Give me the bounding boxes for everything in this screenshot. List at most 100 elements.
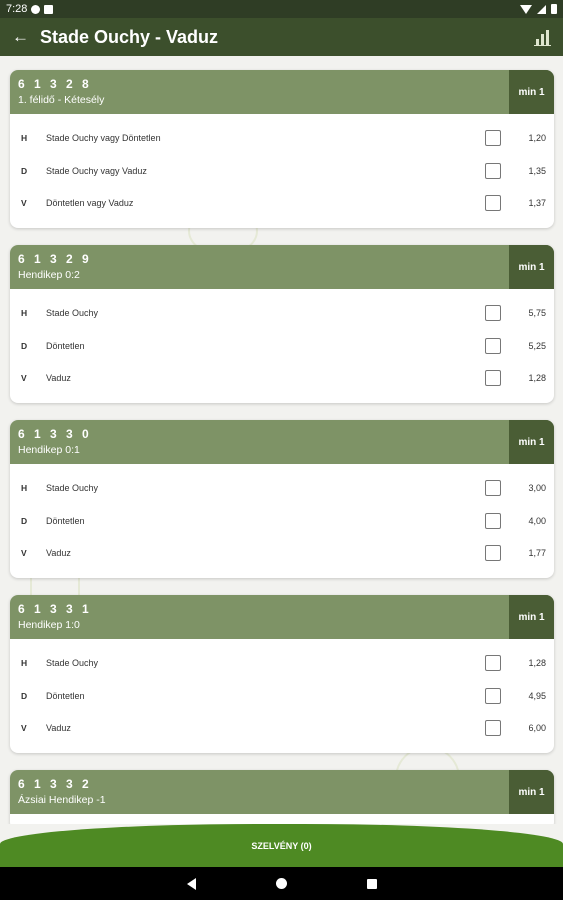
outcome-label: Stade Ouchy: [46, 483, 99, 494]
outcome-row[interactable]: H Stade Ouchy 5,75: [10, 297, 554, 330]
market-info: 6 1 3 3 0 Hendikep 0:1: [10, 420, 509, 464]
market-card-header: 6 1 3 3 1 Hendikep 1:0 min 1: [10, 595, 554, 639]
market-card: 6 1 3 2 8 1. félidő - Kétesély min 1 H Stade…: [10, 70, 554, 228]
nav-home-icon[interactable]: [275, 878, 287, 889]
outcome-label: Döntetlen vagy Vaduz: [46, 198, 134, 209]
outcome-checkbox[interactable]: [485, 545, 501, 562]
outcome-row[interactable]: H Stade Ouchy 1,28: [10, 647, 554, 680]
outcome-list: H Stade Ouchy 3,00 D Döntetlen 4,00 V Vaduz 1,77: [10, 464, 554, 578]
statistics-icon[interactable]: [534, 28, 551, 46]
outcome-letter: V: [21, 373, 27, 384]
market-info: 6 1 3 3 1 Hendikep 1:0: [10, 595, 509, 639]
outcome-label: Döntetlen: [46, 690, 85, 701]
outcome-checkbox[interactable]: [485, 337, 501, 354]
market-title: Hendikep 1:0: [18, 619, 80, 631]
outcome-checkbox[interactable]: [485, 370, 501, 387]
outcome-row[interactable]: H Stade Ouchy 3,00: [10, 472, 554, 505]
outcome-checkbox[interactable]: [485, 130, 501, 147]
outcome-row[interactable]: D Döntetlen 4,00: [10, 505, 554, 538]
outcome-checkbox[interactable]: [485, 687, 501, 704]
outcome-odds: 1,77: [528, 548, 546, 559]
outcome-odds: 5,25: [528, 340, 546, 351]
market-card: 6 1 3 2 9 Hendikep 0:2 min 1 H Stade Ouchy 5,…: [10, 245, 554, 403]
outcome-letter: D: [21, 165, 28, 176]
outcome-odds: 1,37: [528, 198, 546, 209]
market-card: 6 1 3 3 1 Hendikep 1:0 min 1 H Stade Ouchy 1,…: [10, 595, 554, 753]
app-bar: ← Stade Ouchy - Vaduz: [0, 18, 563, 56]
outcome-label: Stade Ouchy vagy Vaduz: [46, 165, 147, 176]
min-badge: min 1: [509, 70, 554, 114]
outcome-odds: 6,00: [528, 723, 546, 734]
outcome-odds: 1,35: [528, 165, 546, 176]
market-code: 6 1 3 2 8: [18, 77, 92, 91]
wifi-icon: [520, 4, 532, 14]
outcome-label: Vaduz: [46, 723, 71, 734]
outcome-row[interactable]: D Döntetlen 4,95: [10, 680, 554, 713]
outcome-label: Stade Ouchy: [46, 658, 99, 669]
outcome-checkbox[interactable]: [485, 480, 501, 497]
market-code: 6 1 3 3 2: [18, 777, 92, 791]
nav-back-icon[interactable]: [186, 877, 196, 890]
page-title: Stade Ouchy - Vaduz: [40, 26, 219, 47]
outcome-odds: 4,95: [528, 690, 546, 701]
market-card: 6 1 3 3 2 Ázsiai Hendikep -1 min 1: [10, 770, 554, 824]
market-list[interactable]: 6 1 3 2 8 1. félidő - Kétesély min 1 H Stade…: [0, 56, 563, 824]
outcome-checkbox[interactable]: [485, 162, 501, 179]
market-card-header: 6 1 3 3 2 Ázsiai Hendikep -1 min 1: [10, 770, 554, 814]
min-badge: min 1: [509, 420, 554, 464]
battery-icon: [551, 4, 557, 14]
outcome-letter: D: [21, 690, 28, 701]
market-title: Ázsiai Hendikep -1: [18, 794, 106, 806]
outcome-checkbox[interactable]: [485, 512, 501, 529]
outcome-row[interactable]: D Döntetlen 5,25: [10, 330, 554, 363]
nav-recents-icon[interactable]: [366, 878, 377, 889]
ticket-button-label: SZELVÉNY (0): [251, 840, 312, 851]
outcome-letter: H: [21, 483, 28, 494]
market-card-header: 6 1 3 2 8 1. félidő - Kétesély min 1: [10, 70, 554, 114]
outcome-row[interactable]: V Vaduz 6,00: [10, 712, 554, 745]
market-title: 1. félidő - Kétesély: [18, 94, 105, 106]
outcome-label: Vaduz: [46, 373, 71, 384]
outcome-row[interactable]: V Vaduz 1,28: [10, 362, 554, 395]
notification-icon: [31, 4, 41, 14]
outcome-checkbox[interactable]: [485, 195, 501, 212]
market-code: 6 1 3 2 9: [18, 252, 92, 266]
outcome-checkbox[interactable]: [485, 655, 501, 672]
outcome-list: H Stade Ouchy 5,75 D Döntetlen 5,25 V Vaduz 1,28: [10, 289, 554, 403]
market-card-header: 6 1 3 2 9 Hendikep 0:2 min 1: [10, 245, 554, 289]
status-bar: 7:28: [0, 0, 563, 18]
outcome-row[interactable]: V Vaduz 1,77: [10, 537, 554, 570]
market-title: Hendikep 0:2: [18, 269, 80, 281]
outcome-letter: V: [21, 723, 27, 734]
market-card-header: 6 1 3 3 0 Hendikep 0:1 min 1: [10, 420, 554, 464]
market-code: 6 1 3 3 0: [18, 427, 92, 441]
min-badge: min 1: [509, 770, 554, 814]
market-title: Hendikep 0:1: [18, 444, 80, 456]
outcome-letter: H: [21, 308, 28, 319]
market-info: 6 1 3 2 9 Hendikep 0:2: [10, 245, 509, 289]
outcome-checkbox[interactable]: [485, 305, 501, 322]
signal-icon: [537, 4, 546, 14]
outcome-odds: 1,28: [528, 373, 546, 384]
market-info: 6 1 3 3 2 Ázsiai Hendikep -1: [10, 770, 509, 814]
outcome-odds: 4,00: [528, 515, 546, 526]
system-nav-bar: [0, 867, 563, 900]
outcome-row[interactable]: V Döntetlen vagy Vaduz 1,37: [10, 187, 554, 220]
outcome-odds: 1,28: [528, 658, 546, 669]
outcome-odds: 1,20: [528, 133, 546, 144]
outcome-label: Döntetlen: [46, 340, 85, 351]
outcome-checkbox[interactable]: [485, 720, 501, 737]
outcome-row[interactable]: D Stade Ouchy vagy Vaduz 1,35: [10, 155, 554, 188]
market-code: 6 1 3 3 1: [18, 602, 92, 616]
outcome-row[interactable]: H Stade Ouchy vagy Döntetlen 1,20: [10, 122, 554, 155]
back-arrow-icon[interactable]: ←: [12, 27, 32, 47]
market-info: 6 1 3 2 8 1. félidő - Kétesély: [10, 70, 509, 114]
outcome-label: Stade Ouchy vagy Döntetlen: [46, 133, 161, 144]
market-card: 6 1 3 3 0 Hendikep 0:1 min 1 H Stade Ouchy 3,…: [10, 420, 554, 578]
outcome-list: H Stade Ouchy 1,28 D Döntetlen 4,95 V Vaduz 6,00: [10, 639, 554, 753]
outcome-label: Vaduz: [46, 548, 71, 559]
ticket-button[interactable]: SZELVÉNY (0): [0, 824, 563, 867]
outcome-odds: 5,75: [528, 308, 546, 319]
outcome-letter: V: [21, 548, 27, 559]
outcome-letter: V: [21, 198, 27, 209]
